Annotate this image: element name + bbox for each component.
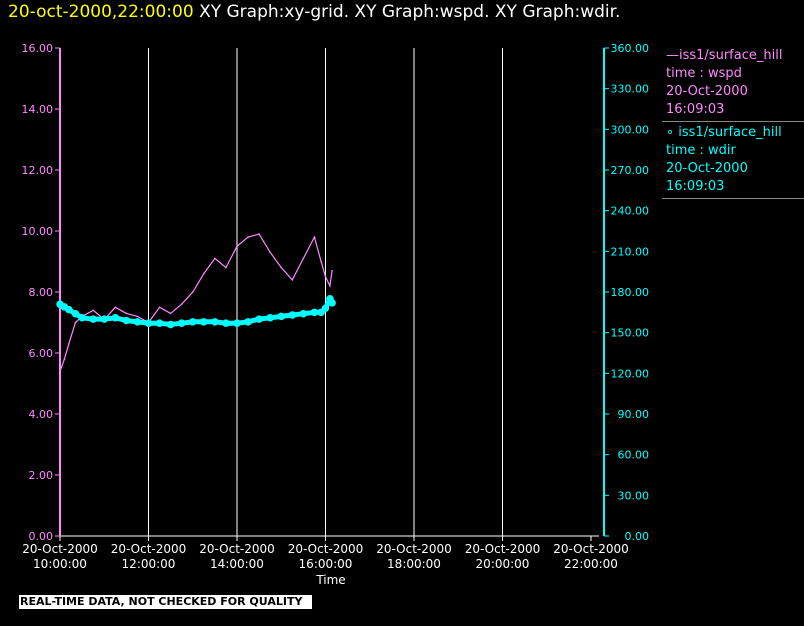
y-tick-label-right: 90.00 <box>618 408 650 421</box>
point-wspd <box>74 321 77 324</box>
point-wspd <box>125 312 128 315</box>
point-wspd <box>258 233 260 235</box>
point-wspd <box>169 312 172 315</box>
grid-lines <box>148 48 503 536</box>
x-tick-label-time: 18:00:00 <box>387 557 441 571</box>
y-tick-label-right: 270.00 <box>611 164 650 177</box>
legend-entry-wdir: ∘ iss1/surface_hill time : wdir 20-Oct-2… <box>662 124 804 196</box>
point-wspd <box>302 257 305 260</box>
x-tick-label-date: 20-Oct-2000 <box>288 542 364 556</box>
y-tick-label-right: 150.00 <box>611 327 650 340</box>
legend-separator-bottom <box>662 198 804 199</box>
x-tick-label-time: 14:00:00 <box>210 557 264 571</box>
legend-wspd-time: 16:09:03 <box>666 102 725 117</box>
y-tick-label-right: 0.00 <box>625 530 650 543</box>
x-tick-label-time: 10:00:00 <box>33 557 87 571</box>
x-tick-label-time: 12:00:00 <box>122 557 176 571</box>
y-tick-label-left: 12.00 <box>22 164 54 177</box>
point-wspd <box>280 266 283 269</box>
y-tick-label-left: 14.00 <box>22 103 54 116</box>
y-tick-label-left: 10.00 <box>22 225 54 238</box>
point-wspd <box>63 358 66 360</box>
y-tick-label-right: 360.00 <box>611 42 650 55</box>
point-wspd <box>269 251 271 254</box>
y-tick-label-right: 330.00 <box>611 83 650 96</box>
point-wspd <box>324 275 327 278</box>
quality-note: REAL-TIME DATA, NOT CHECKED FOR QUALITY <box>19 595 313 609</box>
x-tick-label-date: 20-Oct-2000 <box>376 542 452 556</box>
legend-wdir-var: time : wdir <box>666 143 736 158</box>
y-tick-label-right: 240.00 <box>611 205 650 218</box>
y-tick-label-left: 0.00 <box>29 530 54 543</box>
axes: 20-Oct-200010:00:0020-Oct-200012:00:0020… <box>22 42 650 571</box>
x-tick-label-date: 20-Oct-2000 <box>22 542 98 556</box>
point-wspd <box>236 245 238 248</box>
y-tick-label-right: 30.00 <box>618 489 650 502</box>
point-wspd <box>203 272 205 275</box>
point-wspd <box>214 257 216 260</box>
x-axis-label: Time <box>315 573 345 587</box>
y-tick-label-right: 120.00 <box>611 367 650 380</box>
point-wspd <box>136 315 139 318</box>
point-wspd <box>331 269 333 272</box>
legend-wdir-date: 20-Oct-2000 <box>666 161 748 176</box>
x-tick-label-time: 16:00:00 <box>299 557 353 571</box>
legend-wdir-time: 16:09:03 <box>666 179 725 194</box>
point-wspd <box>68 343 70 345</box>
series-line-wspd <box>59 233 333 372</box>
y-tick-label-right: 210.00 <box>611 245 650 258</box>
legend-wdir-name: ∘ iss1/surface_hill <box>666 125 782 140</box>
x-tick-label-date: 20-Oct-2000 <box>111 542 187 556</box>
legend-wspd-station: iss1/surface_hill <box>679 48 783 63</box>
legend-wdir-station: iss1/surface_hill <box>678 125 782 140</box>
point-wspd <box>191 291 194 293</box>
x-tick-label-time: 20:00:00 <box>476 557 530 571</box>
y-tick-label-left: 2.00 <box>29 469 54 482</box>
legend: —iss1/surface_hill time : wspd 20-Oct-20… <box>662 47 804 201</box>
point-wspd <box>158 306 161 309</box>
y-tick-label-left: 4.00 <box>29 408 54 421</box>
y-tick-label-left: 6.00 <box>29 347 54 360</box>
y-tick-label-left: 16.00 <box>22 42 54 55</box>
point-wspd <box>92 309 94 312</box>
y-tick-label-right: 60.00 <box>618 449 650 462</box>
legend-wspd-name: —iss1/surface_hill <box>666 48 783 63</box>
y-tick-label-left: 8.00 <box>29 286 54 299</box>
x-tick-label-date: 20-Oct-2000 <box>465 542 541 556</box>
y-tick-label-right: 300.00 <box>611 123 650 136</box>
legend-wspd-var: time : wspd <box>666 66 742 81</box>
point-wspd <box>59 370 61 373</box>
point-wspd <box>313 236 316 238</box>
x-tick-label-date: 20-Oct-2000 <box>199 542 275 556</box>
legend-separator <box>662 121 804 122</box>
point-wspd <box>291 279 294 281</box>
x-tick-label-date: 20-Oct-2000 <box>553 542 629 556</box>
point-wspd <box>247 236 249 238</box>
y-tick-label-right: 180.00 <box>611 286 650 299</box>
point-wspd <box>320 260 322 263</box>
x-tick-label-time: 22:00:00 <box>564 557 618 571</box>
point-wspd <box>114 306 117 309</box>
series-layer <box>56 233 336 373</box>
point-wspd <box>180 303 183 306</box>
legend-wspd-date: 20-Oct-2000 <box>666 84 748 99</box>
point-wspd <box>329 285 331 287</box>
point-wspd <box>225 266 227 269</box>
legend-entry-wspd: —iss1/surface_hill time : wspd 20-Oct-20… <box>662 47 804 119</box>
